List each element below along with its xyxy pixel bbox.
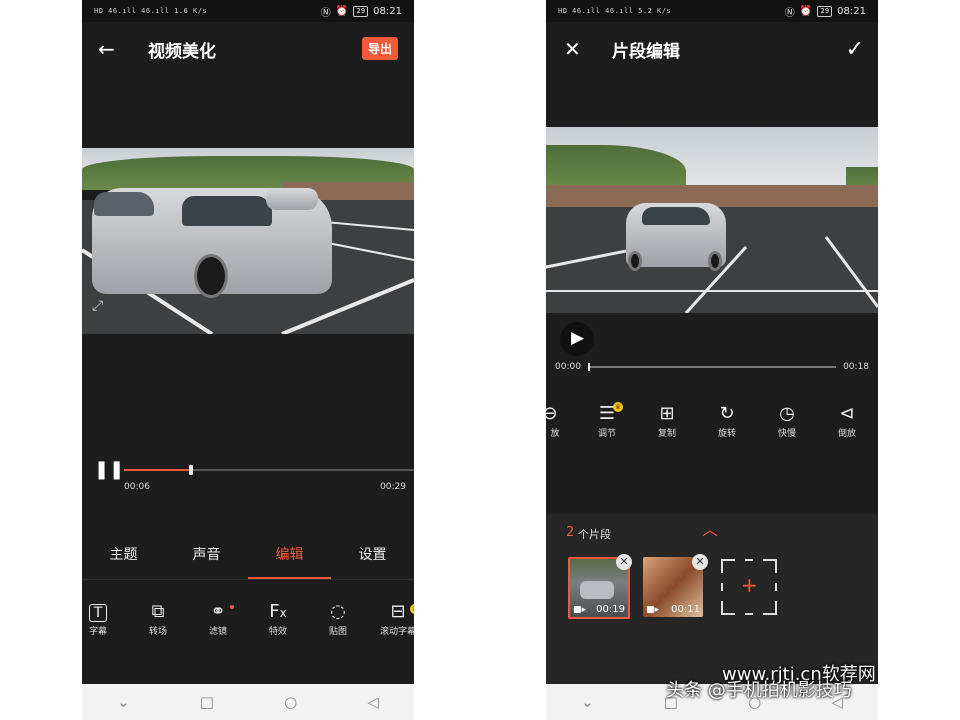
tool-strip: ⊖ 放 ☰ 调节 ♛ ⊞ 复制 ↻ 旋转 ◷ 快慢 ⊲ 倒放 — [546, 402, 878, 452]
add-clip-button[interactable]: + — [721, 559, 777, 615]
tab-theme[interactable]: 主题 — [82, 531, 165, 579]
alarm-icon: ⏰ — [799, 5, 813, 17]
effects-icon: Fx — [269, 601, 287, 622]
nav-recent-icon[interactable]: □ — [200, 693, 214, 711]
screen-clip-edit: HD 46.ıll 46.ıll 5.2 K/s Ⓝ ⏰ 29 08:21 ✕ … — [546, 0, 878, 720]
status-left: HD 46.ıll 46.ıll 5.2 K/s — [558, 7, 672, 15]
new-dot — [230, 605, 234, 609]
current-time: 00:06 — [124, 482, 150, 492]
watermark-author: 头条 @手机拍机影技巧 — [666, 680, 852, 701]
battery-icon: 29 — [817, 5, 833, 17]
screen-video-beautify: HD 46.ıll 46.ıll 1.6 K/s Ⓝ ⏰ 29 08:21 ← … — [82, 0, 414, 720]
arrow-left-icon[interactable]: ← — [98, 37, 115, 61]
tool-copy[interactable]: ⊞ 复制 — [645, 402, 689, 439]
transition-icon: ⧉ — [151, 601, 165, 622]
crown-icon: ♛ — [410, 604, 414, 614]
progress-track[interactable] — [588, 363, 836, 371]
page-title: 片段编辑 — [612, 41, 680, 62]
export-button[interactable]: 导出 — [361, 37, 398, 60]
nav-down-icon[interactable]: ⌄ — [117, 693, 130, 711]
scroll-text-icon: ⊟ — [390, 601, 406, 622]
reverse-icon: ⊲ — [839, 403, 855, 424]
app-bar: ✕ 片段编辑 ✓ — [546, 22, 878, 76]
progress-thumb[interactable] — [588, 363, 590, 371]
app-bar: ← 视频美化 导出 — [82, 22, 414, 76]
video-camera-icon: ■▸ — [646, 605, 660, 615]
page-title: 视频美化 — [148, 41, 216, 62]
total-time: 00:29 — [380, 482, 406, 492]
tab-settings[interactable]: 设置 — [331, 531, 414, 579]
clip-duration: 00:19 — [596, 604, 625, 615]
filter-icon: ⚭ — [210, 601, 226, 622]
play-button[interactable]: ▶ — [560, 322, 594, 356]
text-icon: T — [82, 600, 120, 624]
editor-tabs: 主题 声音 编辑 设置 — [82, 531, 414, 580]
status-time: 08:21 — [373, 5, 402, 17]
system-nav-bar: ⌄ □ ○ ◁ — [82, 684, 414, 720]
play-icon: ▶ — [571, 328, 585, 348]
progress-thumb[interactable] — [188, 465, 193, 475]
nav-back-icon[interactable]: ◁ — [367, 693, 379, 711]
clip-remove-button[interactable]: ✕ — [616, 554, 632, 570]
nfc-icon: Ⓝ — [784, 7, 795, 19]
tool-subtitle[interactable]: T 字幕 — [82, 600, 120, 637]
video-camera-icon: ■▸ — [573, 605, 587, 615]
status-bar: HD 46.ıll 46.ıll 5.2 K/s Ⓝ ⏰ 29 08:21 — [546, 0, 878, 22]
progress-fill — [124, 469, 191, 471]
nav-home-icon[interactable]: ○ — [284, 693, 297, 711]
pause-icon[interactable]: ❚❚ — [94, 459, 124, 480]
tab-underline — [248, 577, 331, 579]
tool-adjust[interactable]: ☰ 调节 ♛ — [585, 402, 629, 439]
playback-bar: ❚❚ 00:06 00:29 — [82, 456, 414, 496]
close-icon[interactable]: ✕ — [564, 37, 581, 61]
alarm-icon: ⏰ — [335, 5, 349, 17]
current-time: 00:00 — [555, 362, 581, 372]
check-icon[interactable]: ✓ — [846, 37, 864, 62]
status-time: 08:21 — [837, 5, 866, 17]
segment-label: 个片段 — [578, 528, 611, 541]
nfc-icon: Ⓝ — [320, 7, 331, 19]
tool-rotate[interactable]: ↻ 旋转 — [705, 402, 749, 439]
sticker-icon: ◌ — [330, 601, 346, 622]
video-preview[interactable]: ⤢ — [82, 148, 414, 334]
tool-scroll-subtitle[interactable]: ⊟ 滚动字幕 ♛ — [376, 600, 414, 637]
battery-icon: 29 — [353, 5, 369, 17]
progress-track[interactable] — [124, 465, 414, 475]
crown-icon: ♛ — [613, 402, 623, 412]
tool-transition[interactable]: ⧉ 转场 — [136, 600, 180, 637]
zoom-icon: ⊖ — [546, 403, 558, 424]
clip-duration: 00:11 — [671, 604, 700, 615]
plus-icon: + — [741, 573, 758, 597]
speed-icon: ◷ — [779, 403, 795, 424]
tool-effects[interactable]: Fx 特效 — [256, 600, 300, 637]
clip-remove-button[interactable]: ✕ — [692, 554, 708, 570]
segments-panel: 2 个片段 ︿ ■▸ 00:19 ✕ ■▸ 00:11 ✕ + — [546, 514, 878, 684]
tool-zoom[interactable]: ⊖ 放 — [546, 402, 572, 439]
tab-edit[interactable]: 编辑 — [248, 531, 331, 579]
nav-down-icon[interactable]: ⌄ — [581, 693, 594, 711]
copy-icon: ⊞ — [659, 403, 675, 424]
rotate-90-icon: ↻ — [719, 403, 735, 424]
video-preview[interactable] — [546, 127, 878, 313]
tool-strip: T 字幕 ⧉ 转场 ⚭ 滤镜 Fx 特效 ◌ 贴图 ⊟ 滚动字幕 ♛ — [82, 600, 414, 670]
chevron-up-icon[interactable]: ︿ — [702, 516, 718, 540]
fullscreen-icon[interactable]: ⤢ — [92, 298, 103, 314]
total-time: 00:18 — [843, 362, 869, 372]
status-bar: HD 46.ıll 46.ıll 1.6 K/s Ⓝ ⏰ 29 08:21 — [82, 0, 414, 22]
tool-filter[interactable]: ⚭ 滤镜 — [196, 600, 240, 637]
segment-count: 2 — [566, 525, 575, 540]
tab-sound[interactable]: 声音 — [165, 531, 248, 579]
tool-sticker[interactable]: ◌ 贴图 — [316, 600, 360, 637]
tool-reverse[interactable]: ⊲ 倒放 — [825, 402, 869, 439]
tool-speed[interactable]: ◷ 快慢 — [765, 402, 809, 439]
status-left: HD 46.ıll 46.ıll 1.6 K/s — [94, 7, 208, 15]
